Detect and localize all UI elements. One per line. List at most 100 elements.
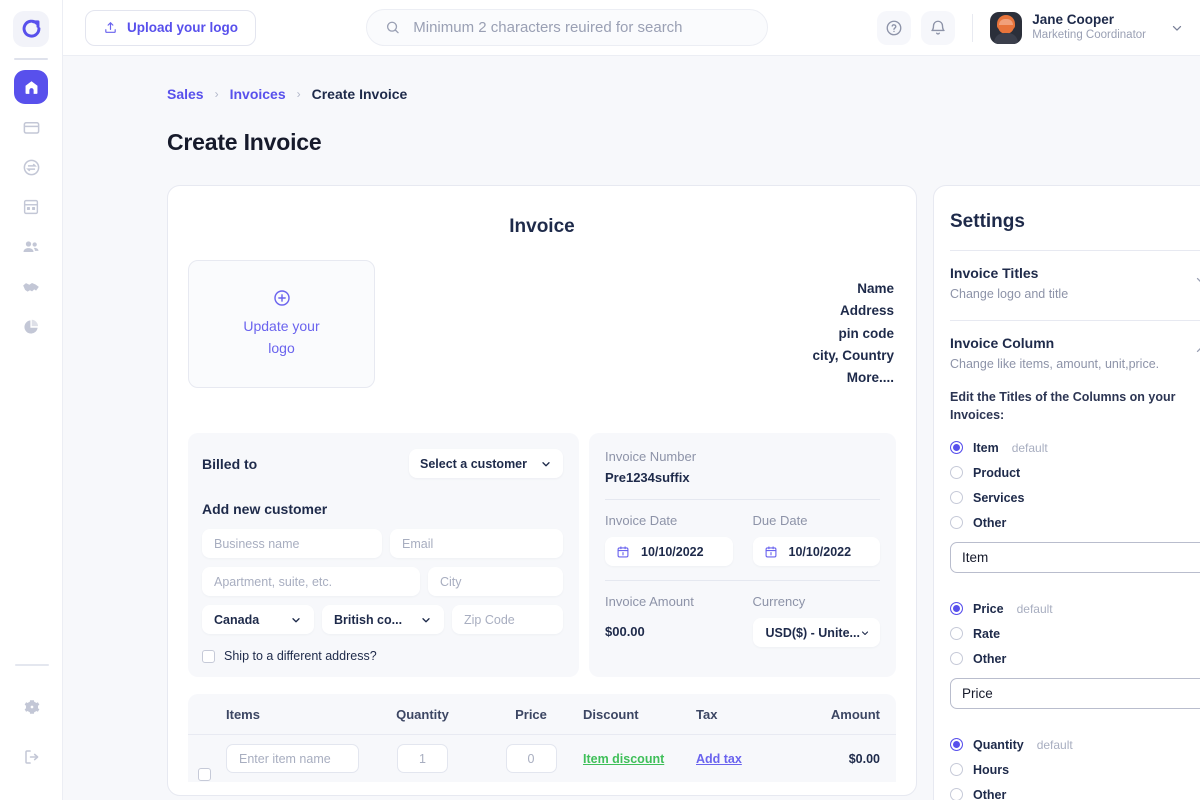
help-circle-icon: [885, 19, 903, 37]
profile-name: Jane Cooper: [1032, 12, 1146, 29]
business-line: pin code: [812, 323, 894, 345]
radio-indicator[interactable]: [950, 738, 963, 751]
search-box[interactable]: [366, 9, 768, 46]
invoice-amount-col: Invoice Amount $00.00: [605, 594, 733, 647]
breadcrumb-item-invoices[interactable]: Invoices: [230, 86, 286, 102]
help-button[interactable]: [877, 11, 911, 45]
search-area: [256, 9, 877, 46]
radio-hours[interactable]: Hours: [950, 757, 1200, 782]
price-input[interactable]: 0: [506, 744, 557, 773]
item-name-input[interactable]: Enter item name: [226, 744, 359, 773]
business-line: city, Country: [812, 345, 894, 367]
calendar-icon: [616, 545, 630, 559]
radio-indicator[interactable]: [950, 627, 963, 640]
sidebar-item-customers[interactable]: [14, 230, 48, 264]
select-customer-dropdown[interactable]: Select a customer: [409, 449, 563, 478]
chevron-down-icon[interactable]: [1194, 273, 1200, 292]
radio-item[interactable]: Item default: [950, 435, 1200, 460]
update-logo-line2: logo: [268, 340, 294, 356]
item-column-title-input[interactable]: Item: [950, 542, 1200, 573]
cell-item: Enter item name: [188, 744, 366, 773]
ship-different-address-checkbox[interactable]: [202, 650, 215, 663]
sidebar-item-products[interactable]: [14, 190, 48, 224]
radio-services[interactable]: Services: [950, 485, 1200, 510]
gear-icon: [23, 698, 41, 716]
app-root: Upload your logo: [0, 0, 1200, 800]
default-tag: default: [1012, 441, 1048, 455]
radio-indicator[interactable]: [950, 466, 963, 479]
radio-indicator[interactable]: [950, 763, 963, 776]
item-discount-link[interactable]: Item discount: [583, 752, 664, 766]
upload-logo-button[interactable]: Upload your logo: [85, 10, 256, 46]
radio-price[interactable]: Price default: [950, 596, 1200, 621]
due-date-value: 10/10/2022: [789, 545, 852, 559]
column-header-amount: Amount: [786, 707, 896, 722]
radio-indicator[interactable]: [950, 516, 963, 529]
due-date-picker[interactable]: 10/10/2022: [753, 537, 881, 566]
sidebar-item-reports[interactable]: [14, 310, 48, 344]
ship-different-address-row[interactable]: Ship to a different address?: [202, 649, 563, 663]
default-tag: default: [1017, 602, 1053, 616]
invoice-date-picker[interactable]: 10/10/2022: [605, 537, 733, 566]
quantity-input[interactable]: 1: [397, 744, 448, 773]
logout-icon: [23, 748, 41, 766]
chevron-up-icon[interactable]: [1194, 343, 1200, 362]
sidebar-item-settings[interactable]: [15, 690, 49, 724]
zip-code-field[interactable]: Zip Code: [452, 605, 563, 634]
currency-label: Currency: [753, 594, 881, 609]
notifications-button[interactable]: [921, 11, 955, 45]
update-logo-dropzone[interactable]: Update your logo: [188, 260, 375, 388]
email-field[interactable]: Email: [390, 529, 563, 558]
settings-group-text: Invoice Titles Change logo and title: [950, 265, 1068, 303]
page-title: Create Invoice: [63, 102, 1200, 156]
people-icon: [21, 237, 41, 257]
radio-other-price[interactable]: Other: [950, 646, 1200, 671]
add-tax-link[interactable]: Add tax: [696, 752, 742, 766]
radio-indicator[interactable]: [950, 652, 963, 665]
price-column-title-input[interactable]: Price: [950, 678, 1200, 709]
invoice-amount-label: Invoice Amount: [605, 594, 733, 609]
country-select[interactable]: Canada: [202, 605, 314, 634]
radio-indicator[interactable]: [950, 441, 963, 454]
radio-other-item[interactable]: Other: [950, 510, 1200, 535]
customer-fields: Business name Email Apartment, suite, et…: [202, 529, 563, 634]
currency-col: Currency USD($) - Unite...: [753, 594, 881, 647]
radio-quantity[interactable]: Quantity default: [950, 732, 1200, 757]
billed-to-header: Billed to Select a customer: [202, 449, 563, 478]
radio-other-quantity[interactable]: Other: [950, 782, 1200, 800]
business-line-more[interactable]: More....: [812, 367, 894, 389]
radio-product[interactable]: Product: [950, 460, 1200, 485]
currency-select[interactable]: USD($) - Unite...: [753, 618, 881, 647]
sidebar-item-logout[interactable]: [15, 740, 49, 774]
content-area: Sales › Invoices › Create Invoice Create…: [63, 56, 1200, 800]
search-input[interactable]: [413, 19, 748, 36]
topbar-separator: [972, 14, 973, 42]
breadcrumb-current: Create Invoice: [312, 86, 408, 102]
radio-indicator[interactable]: [950, 602, 963, 615]
settings-group-name: Invoice Column: [950, 335, 1159, 351]
breadcrumb-item-sales[interactable]: Sales: [167, 86, 204, 102]
apartment-field[interactable]: Apartment, suite, etc.: [202, 567, 420, 596]
city-field[interactable]: City: [428, 567, 563, 596]
settings-group-desc: Change logo and title: [950, 286, 1068, 303]
invoice-number-value[interactable]: Pre1234suffix: [605, 470, 880, 485]
default-tag: default: [1037, 738, 1073, 752]
settings-group-invoice-column[interactable]: Invoice Column Change like items, amount…: [950, 335, 1200, 373]
province-select[interactable]: British co...: [322, 605, 444, 634]
sidebar-item-deals[interactable]: [14, 270, 48, 304]
sidebar-item-home[interactable]: [14, 70, 48, 104]
settings-divider: [950, 320, 1200, 321]
radio-rate[interactable]: Rate: [950, 621, 1200, 646]
sidebar-item-payments[interactable]: [14, 110, 48, 144]
column-header-discount: Discount: [583, 707, 696, 722]
radio-indicator[interactable]: [950, 491, 963, 504]
sidebar-item-transfers[interactable]: [14, 150, 48, 184]
profile-menu[interactable]: Jane Cooper Marketing Coordinator: [990, 12, 1184, 44]
business-name-field[interactable]: Business name: [202, 529, 382, 558]
settings-group-invoice-titles[interactable]: Invoice Titles Change logo and title: [950, 265, 1200, 303]
amount-row: Invoice Amount $00.00 Currency USD($) - …: [605, 594, 880, 647]
grid-icon: [22, 198, 40, 216]
row-select-checkbox[interactable]: [198, 768, 211, 781]
app-logo[interactable]: [13, 11, 49, 47]
radio-indicator[interactable]: [950, 788, 963, 800]
